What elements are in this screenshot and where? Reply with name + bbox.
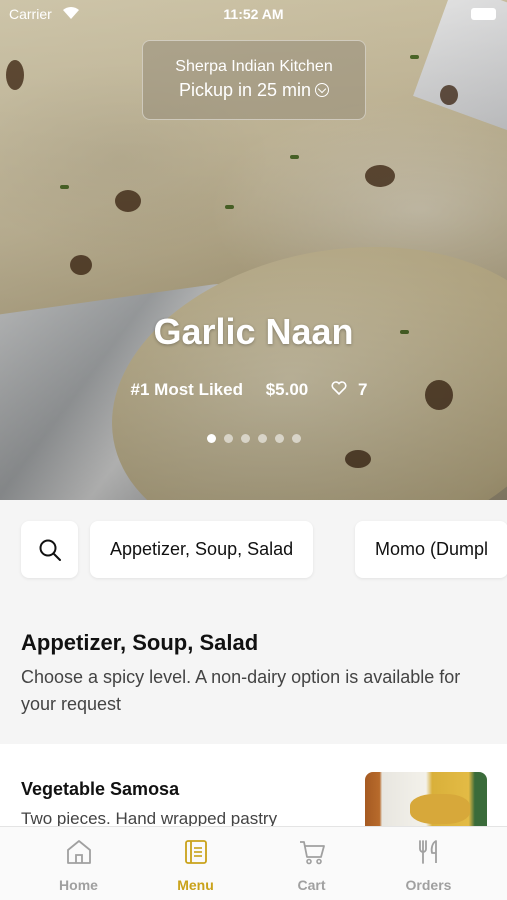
pickup-label: Pickup in 25 min — [178, 80, 312, 100]
page-dot[interactable] — [257, 434, 267, 443]
menu-section-header: Appetizer, Soup, Salad Choose a spicy le… — [21, 630, 487, 718]
tab-label: Home — [59, 877, 98, 893]
fork-knife-icon — [418, 840, 437, 864]
battery-icon — [471, 8, 496, 20]
menu-item[interactable]: Vegetable Samosa Two pieces. Hand wrappe… — [0, 744, 507, 834]
category-bar[interactable]: Appetizer, Soup, Salad Momo (Dumpl — [0, 500, 507, 600]
status-bar: Carrier 11:52 AM — [0, 0, 507, 28]
tab-bar: Home Menu Cart Orders — [0, 826, 507, 900]
category-tab-momo[interactable]: Momo (Dumpl — [355, 521, 507, 578]
tab-orders[interactable]: Orders — [370, 839, 487, 893]
restaurant-name: Sherpa Indian Kitchen — [175, 58, 333, 75]
pickup-time: Pickup in 25 min — [143, 80, 365, 101]
page-dot[interactable] — [291, 434, 301, 443]
restaurant-pickup-pill[interactable]: Sherpa Indian Kitchen Pickup in 25 min — [142, 40, 366, 120]
featured-item-carousel[interactable]: Sherpa Indian Kitchen Pickup in 25 min G… — [0, 0, 507, 500]
chevron-down-circle-icon — [315, 83, 330, 97]
page-dot[interactable] — [223, 434, 233, 443]
search-button[interactable] — [21, 521, 78, 578]
search-icon — [39, 539, 61, 561]
tab-menu[interactable]: Menu — [137, 839, 254, 893]
home-icon — [66, 840, 91, 864]
section-title: Appetizer, Soup, Salad — [21, 630, 259, 655]
status-time: 11:52 AM — [223, 6, 284, 22]
section-description: Choose a spicy level. A non-dairy option… — [21, 667, 461, 714]
category-tab-appetizer[interactable]: Appetizer, Soup, Salad — [90, 521, 314, 578]
popularity-badge: #1 Most Liked — [130, 380, 243, 399]
featured-dish-meta: #1 Most Liked $5.00 7 — [0, 380, 507, 400]
page-dot[interactable] — [206, 434, 216, 443]
dish-price: $5.00 — [265, 380, 309, 399]
tab-label: Menu — [177, 877, 214, 893]
item-image — [365, 772, 487, 834]
tab-home[interactable]: Home — [20, 839, 137, 893]
tab-label: Cart — [297, 877, 326, 893]
like-count: 7 — [357, 380, 368, 399]
featured-dish-title: Garlic Naan — [153, 311, 354, 352]
tab-cart[interactable]: Cart — [253, 839, 370, 893]
page-dot[interactable] — [274, 434, 284, 443]
item-name: Vegetable Samosa — [21, 779, 180, 799]
carousel-page-indicator[interactable] — [0, 430, 507, 448]
menu-book-icon — [184, 840, 207, 864]
likes[interactable]: 7 — [331, 380, 376, 399]
page-dot[interactable] — [240, 434, 250, 443]
cart-icon — [299, 841, 325, 865]
heart-icon — [331, 381, 347, 395]
tab-label: Orders — [405, 877, 452, 893]
